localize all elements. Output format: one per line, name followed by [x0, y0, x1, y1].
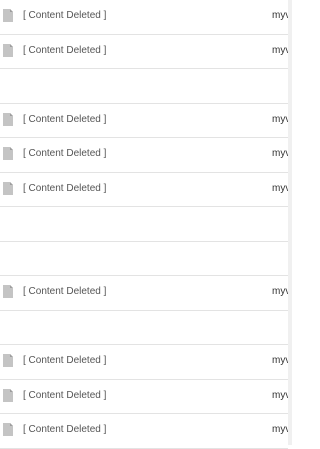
item-title[interactable]: [ Content Deleted ]: [23, 183, 106, 194]
list-item[interactable]: [ Content Deleted ] myv: [0, 0, 288, 35]
list-item[interactable]: [ Content Deleted ] myv: [0, 172, 288, 207]
empty-row: [0, 241, 288, 276]
document-icon: [3, 285, 13, 298]
list-item[interactable]: [ Content Deleted ] myv: [0, 379, 288, 414]
item-title[interactable]: [ Content Deleted ]: [23, 355, 106, 366]
document-icon: [3, 181, 13, 195]
document-icon: [3, 147, 13, 160]
document-icon: [3, 423, 13, 436]
list-item[interactable]: [ Content Deleted ] myv: [0, 34, 288, 69]
content-list: [ Content Deleted ] myv [ Content Delete…: [0, 0, 288, 449]
item-owner: myv: [272, 389, 288, 401]
empty-row: [0, 207, 288, 242]
item-owner: myv: [272, 182, 288, 194]
item-title[interactable]: [ Content Deleted ]: [23, 114, 106, 125]
item-title[interactable]: [ Content Deleted ]: [23, 424, 106, 435]
item-owner: myv: [272, 44, 288, 56]
item-title[interactable]: [ Content Deleted ]: [23, 286, 106, 297]
list-item[interactable]: [ Content Deleted ] myv: [0, 276, 288, 311]
item-title[interactable]: [ Content Deleted ]: [23, 45, 106, 56]
item-owner: myv: [272, 10, 288, 21]
document-icon: [3, 354, 13, 367]
item-owner: myv: [272, 113, 288, 125]
list-item[interactable]: [ Content Deleted ] myv: [0, 138, 288, 173]
document-icon: [3, 388, 13, 402]
item-owner: myv: [272, 286, 288, 297]
item-owner: myv: [272, 424, 288, 435]
list-item[interactable]: [ Content Deleted ] myv: [0, 345, 288, 380]
item-title[interactable]: [ Content Deleted ]: [23, 390, 106, 401]
document-icon: [3, 43, 13, 57]
list-item[interactable]: [ Content Deleted ] myv: [0, 414, 288, 449]
item-owner: myv: [272, 355, 288, 366]
item-title[interactable]: [ Content Deleted ]: [23, 148, 106, 159]
empty-row: [0, 69, 288, 104]
document-icon: [3, 9, 13, 22]
item-title[interactable]: [ Content Deleted ]: [23, 10, 106, 21]
scrollbar[interactable]: [288, 0, 292, 445]
list-item[interactable]: [ Content Deleted ] myv: [0, 103, 288, 138]
empty-row: [0, 310, 288, 345]
item-owner: myv: [272, 148, 288, 159]
document-icon: [3, 112, 13, 126]
